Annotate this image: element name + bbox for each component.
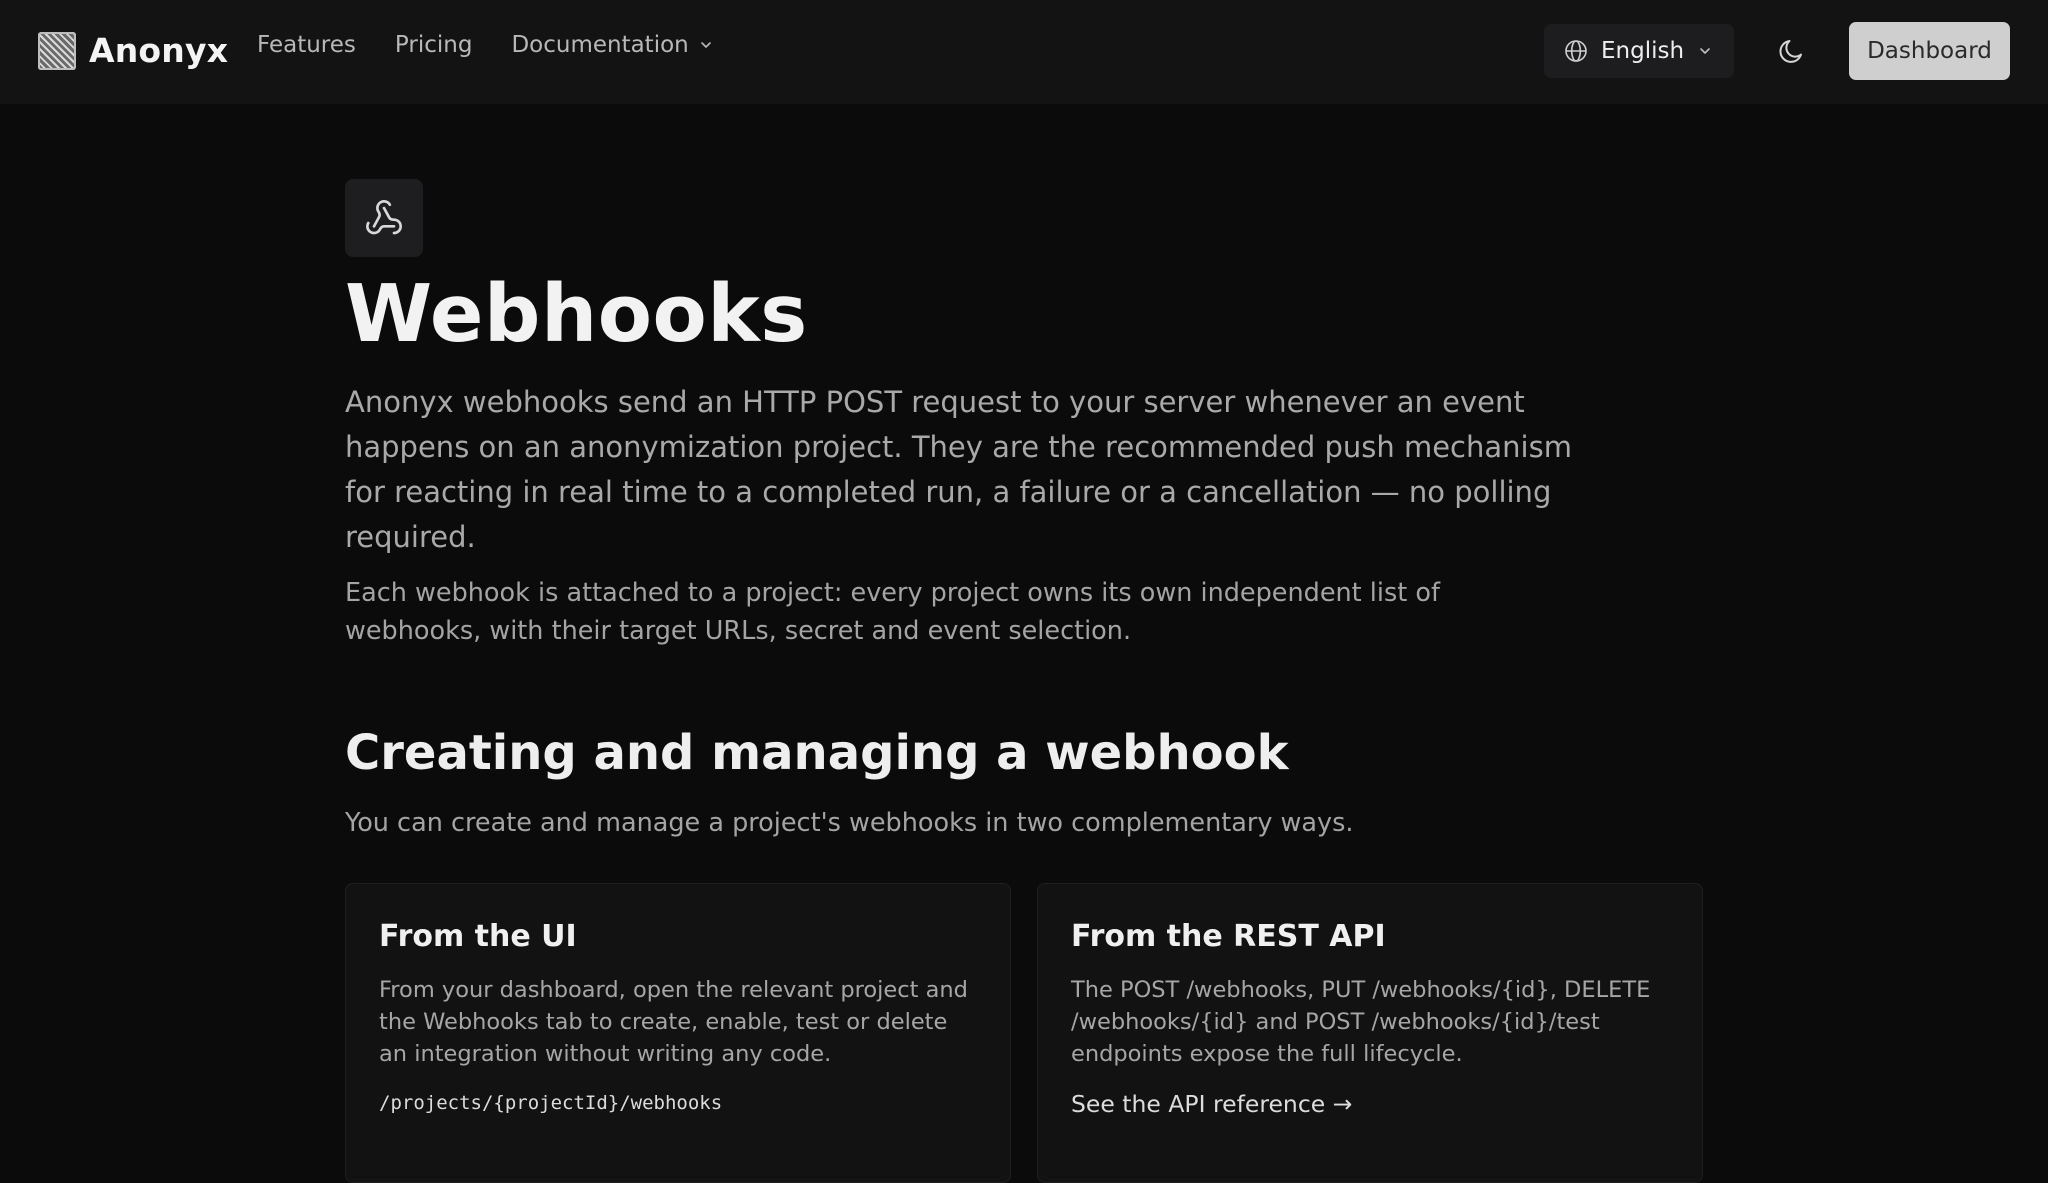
intro-paragraph: Each webhook is attached to a project: e… (345, 578, 1440, 646)
section-title: Creating and managing a webhook (345, 725, 1289, 781)
globe-icon (1565, 40, 1587, 62)
main-nav: Features Pricing Documentation (257, 32, 752, 58)
card-title: From the UI (379, 919, 577, 954)
card-body: The POST /webhooks, PUT /webhooks/{id}, … (1071, 977, 1651, 1067)
top-navbar: Anonyx Features Pricing Documentation En… (0, 0, 2048, 104)
brand-link[interactable]: Anonyx (38, 31, 228, 70)
anonyx-logo-icon (38, 31, 76, 70)
route-path-code: /projects/{projectId}/webhooks (379, 1092, 723, 1114)
nav-features[interactable]: Features (257, 32, 356, 58)
nav-pricing[interactable]: Pricing (395, 32, 473, 58)
webhook-icon-badge (345, 179, 423, 257)
card-from-ui: From the UI From your dashboard, open th… (345, 883, 1011, 1183)
brand-name: Anonyx (89, 31, 229, 70)
api-reference-link[interactable]: See the API reference → (1071, 1090, 1669, 1118)
page-title: Webhooks (345, 268, 808, 360)
lead-paragraph: Anonyx webhooks send an HTTP POST reques… (345, 385, 1572, 554)
language-selector[interactable]: English (1544, 24, 1734, 78)
dashboard-button[interactable]: Dashboard (1849, 22, 2010, 80)
language-label: English (1601, 38, 1685, 64)
card-body: From your dashboard, open the relevant p… (379, 977, 968, 1067)
card-from-rest-api: From the REST API The POST /webhooks, PU… (1037, 883, 1703, 1183)
section-description: You can create and manage a project's we… (345, 808, 1354, 838)
webhook-icon (366, 200, 402, 235)
nav-features-label: Features (257, 32, 356, 58)
nav-pricing-label: Pricing (394, 32, 473, 58)
nav-documentation-label: Documentation (511, 32, 689, 58)
chevron-down-icon (1700, 48, 1710, 54)
card-title: From the REST API (1071, 919, 1386, 954)
moon-icon[interactable] (1776, 35, 1808, 67)
chevron-down-icon (700, 42, 711, 48)
nav-documentation-dropdown[interactable]: Documentation (511, 32, 712, 58)
